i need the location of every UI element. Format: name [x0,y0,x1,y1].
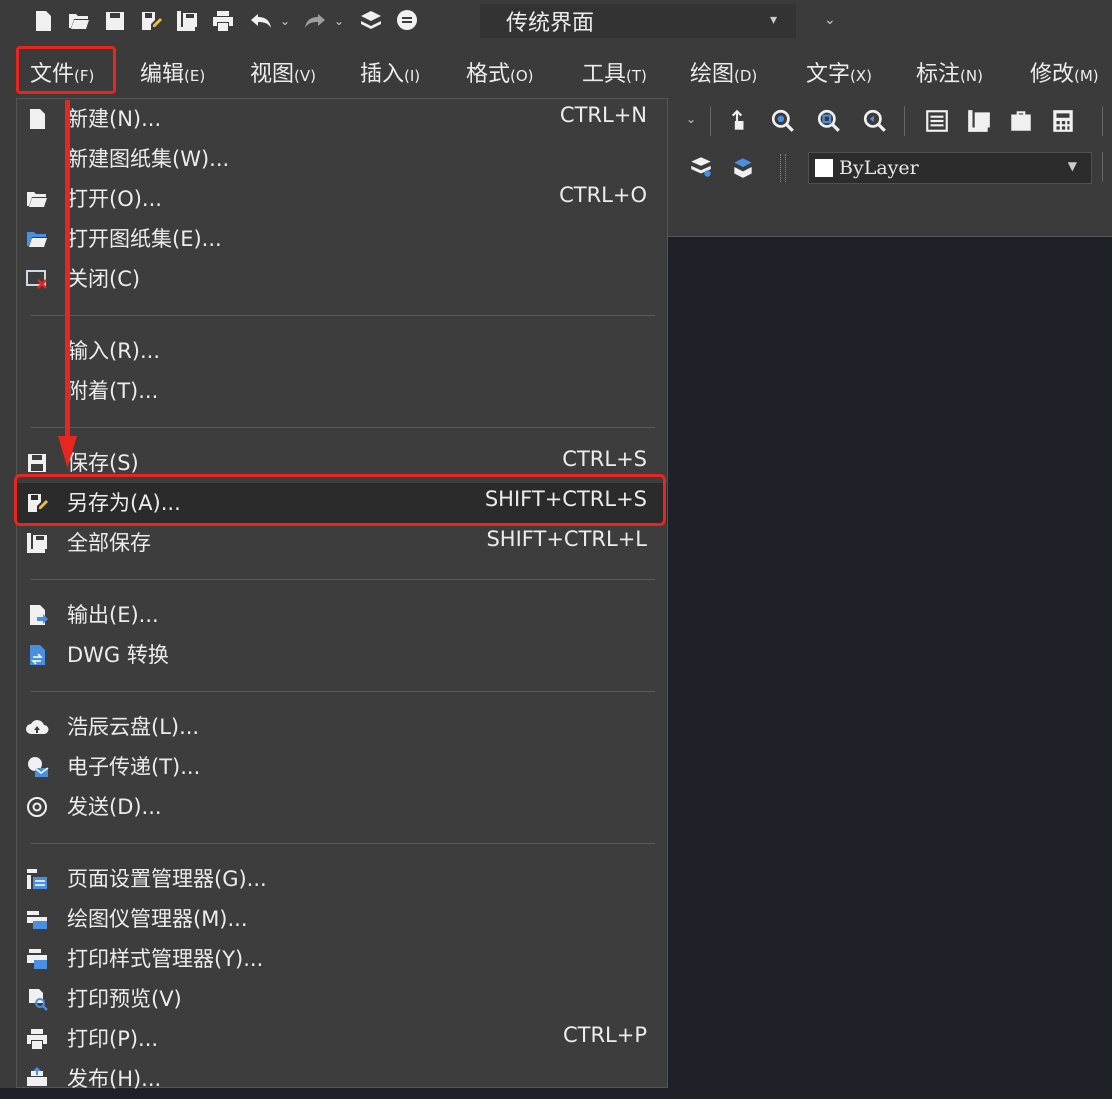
zoom-window-icon[interactable] [814,106,844,136]
open-folder-icon[interactable] [64,6,94,36]
undo-icon[interactable] [246,6,276,36]
menu-draw[interactable]: 绘图(D) [690,56,757,88]
document-tab-bar [668,190,1112,237]
redo-icon[interactable] [300,6,330,36]
save-all-icon[interactable] [172,6,202,36]
save-as-highlight [14,474,666,526]
menu-separator [31,427,655,428]
annotation-arrow [58,100,77,468]
print-icon [23,1025,51,1053]
layers-icon[interactable] [356,6,386,36]
plot-style-icon [23,945,51,973]
menu-item-export[interactable]: 输出(E)... [17,595,667,635]
color-value: ByLayer [839,157,919,179]
menu-separator [31,315,655,316]
close-window-icon [23,265,51,293]
at-sign-icon [23,793,51,821]
menu-separator [31,843,655,844]
menu-item-save-all[interactable]: 全部保存 SHIFT+CTRL+L [17,523,667,563]
menu-item-publish[interactable]: 发布(H)... [17,1059,667,1099]
undo-dropdown-icon[interactable]: ⌄ [280,14,290,28]
menu-item-open-sheetset[interactable]: 打开图纸集(E)... [17,219,667,259]
save-icon[interactable] [100,6,130,36]
workspace-dropdown-icon[interactable]: ▾ [770,12,777,28]
pan-icon[interactable] [722,106,752,136]
cloud-icon [23,713,51,741]
menu-item-new-sheetset[interactable]: 新建图纸集(W)... [17,139,667,179]
menu-item-plot-style-manager[interactable]: 打印样式管理器(Y)... [17,939,667,979]
menu-tools[interactable]: 工具(T) [582,56,647,88]
new-file-icon [23,105,51,133]
menu-dimension[interactable]: 标注(N) [916,56,983,88]
save-icon [23,449,51,477]
zoom-realtime-icon[interactable] [768,106,798,136]
menu-format[interactable]: 格式(O) [466,56,534,88]
left-toolbar-strip [0,98,16,1088]
chevron-down-icon[interactable]: ▼ [1068,159,1077,173]
calculator-icon[interactable] [1048,106,1078,136]
menu-item-attach[interactable]: 附着(T)... [17,371,667,411]
file-menu-highlight [16,46,116,94]
quick-access-toolbar: ⌄ ⌄ 传统界面 ▾ ⌄ [0,0,1112,42]
menu-item-etransmit[interactable]: 电子传递(T)... [17,747,667,787]
publish-icon [23,1065,51,1093]
menu-item-send[interactable]: 发送(D)... [17,787,667,827]
open-folder-icon [23,185,51,213]
properties-toolbar: ByLayer ▼ [668,144,1112,190]
menu-item-close[interactable]: 关闭(C) [17,259,667,299]
toolbar-dropdown-icon[interactable]: ⌄ [686,112,696,126]
dwg-convert-icon [23,641,51,669]
menu-insert[interactable]: 插入(I) [360,56,420,88]
print-icon[interactable] [208,6,238,36]
menu-edit[interactable]: 编辑(E) [140,56,205,88]
etransmit-icon [23,753,51,781]
menu-item-import[interactable]: 输入(R)... [17,331,667,371]
menu-item-plotter-manager[interactable]: 绘图仪管理器(M)... [17,899,667,939]
tool-palette-icon[interactable] [1006,106,1036,136]
menu-modify[interactable]: 修改(M) [1030,56,1099,88]
standard-toolbar: ⌄ [668,98,1112,144]
menu-item-new[interactable]: 新建(N)... CTRL+N [17,99,667,139]
menu-item-page-setup[interactable]: 页面设置管理器(G)... [17,859,667,899]
menu-text[interactable]: 文字(X) [806,56,872,88]
plotter-icon [23,905,51,933]
redo-dropdown-icon[interactable]: ⌄ [334,14,344,28]
menu-item-cloud[interactable]: 浩辰云盘(L)... [17,707,667,747]
layer-states-icon[interactable] [686,152,716,182]
color-swatch [815,159,833,177]
color-control-dropdown[interactable]: ByLayer ▼ [808,152,1092,184]
customize-dropdown-icon[interactable]: ⌄ [824,12,836,28]
menu-item-dwg-convert[interactable]: DWG 转换 [17,635,667,675]
menu-item-print[interactable]: 打印(P)... CTRL+P [17,1019,667,1059]
menu-view[interactable]: 视图(V) [250,56,316,88]
layer-match-icon[interactable] [728,152,758,182]
print-preview-icon [23,985,51,1013]
menu-item-print-preview[interactable]: 打印预览(V) [17,979,667,1019]
menu-separator [31,579,655,580]
export-icon [23,601,51,629]
file-menu-dropdown: 新建(N)... CTRL+N 新建图纸集(W)... 打开(O)... CTR… [16,98,668,1091]
save-all-icon [23,529,51,557]
zoom-previous-icon[interactable] [860,106,890,136]
menu-item-open[interactable]: 打开(O)... CTRL+O [17,179,667,219]
save-as-icon[interactable] [136,6,166,36]
new-file-icon[interactable] [28,6,58,36]
menu-separator [31,691,655,692]
properties-icon[interactable] [922,106,952,136]
page-setup-icon [23,865,51,893]
workspace-label: 传统界面 [506,11,595,36]
chat-icon[interactable] [392,6,422,36]
open-sheetset-icon [23,225,51,253]
menu-bar: 文件(F) 编辑(E) 视图(V) 插入(I) 格式(O) 工具(T) 绘图(D… [0,42,1112,99]
design-center-icon[interactable] [964,106,994,136]
